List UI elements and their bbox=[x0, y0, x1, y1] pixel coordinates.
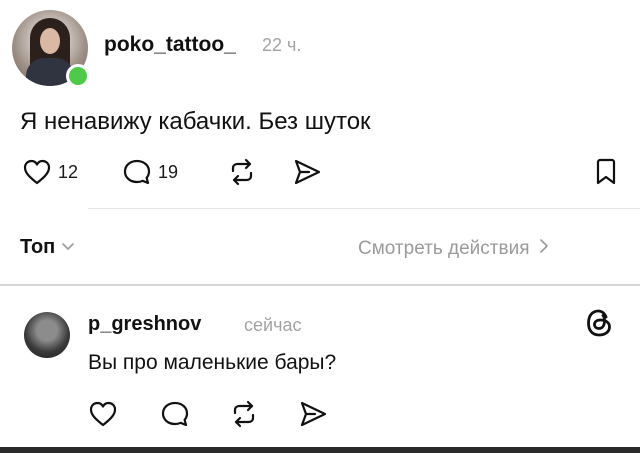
comment-button[interactable]: 19 bbox=[122, 158, 178, 186]
bottom-edge bbox=[0, 447, 640, 453]
post-divider bbox=[88, 208, 640, 209]
repost-button[interactable] bbox=[226, 158, 258, 186]
share-button[interactable] bbox=[292, 158, 322, 186]
reply-like-button[interactable] bbox=[88, 400, 118, 428]
reply-share-button[interactable] bbox=[298, 400, 328, 428]
post-text: Я ненавижу кабачки. Без шуток bbox=[20, 108, 371, 135]
reply-repost-button[interactable] bbox=[228, 400, 260, 428]
like-count: 12 bbox=[58, 161, 79, 182]
post-timestamp: 22 ч. bbox=[262, 35, 302, 55]
like-button[interactable]: 12 bbox=[22, 158, 78, 186]
reply-comment-button[interactable] bbox=[160, 400, 190, 428]
post-username[interactable]: poko_tattoo_ bbox=[104, 33, 236, 57]
share-icon bbox=[298, 400, 328, 428]
threads-logo-icon[interactable] bbox=[584, 307, 614, 347]
comment-icon bbox=[160, 400, 190, 428]
view-activity-link[interactable]: Смотреть действия bbox=[358, 238, 549, 260]
online-status-dot bbox=[66, 64, 90, 88]
chevron-right-icon bbox=[539, 238, 549, 260]
repost-icon bbox=[226, 158, 258, 186]
reply-username[interactable]: p_greshnov bbox=[88, 313, 201, 336]
sort-label: Топ bbox=[20, 236, 56, 258]
reply-avatar[interactable] bbox=[24, 312, 70, 358]
repost-icon bbox=[228, 400, 260, 428]
view-activity-label: Смотреть действия bbox=[358, 238, 530, 259]
bookmark-button[interactable] bbox=[594, 158, 618, 186]
section-divider bbox=[0, 284, 640, 286]
sort-dropdown[interactable]: Топ bbox=[20, 236, 75, 259]
comment-count: 19 bbox=[158, 161, 179, 182]
reply-text: Вы про маленькие бары? bbox=[88, 351, 337, 374]
reply-timestamp: сейчас bbox=[244, 315, 302, 335]
chevron-down-icon bbox=[61, 239, 75, 256]
comment-icon bbox=[122, 158, 152, 186]
heart-icon bbox=[22, 158, 52, 186]
bookmark-icon bbox=[594, 158, 618, 186]
share-icon bbox=[292, 158, 322, 186]
heart-icon bbox=[88, 400, 118, 428]
